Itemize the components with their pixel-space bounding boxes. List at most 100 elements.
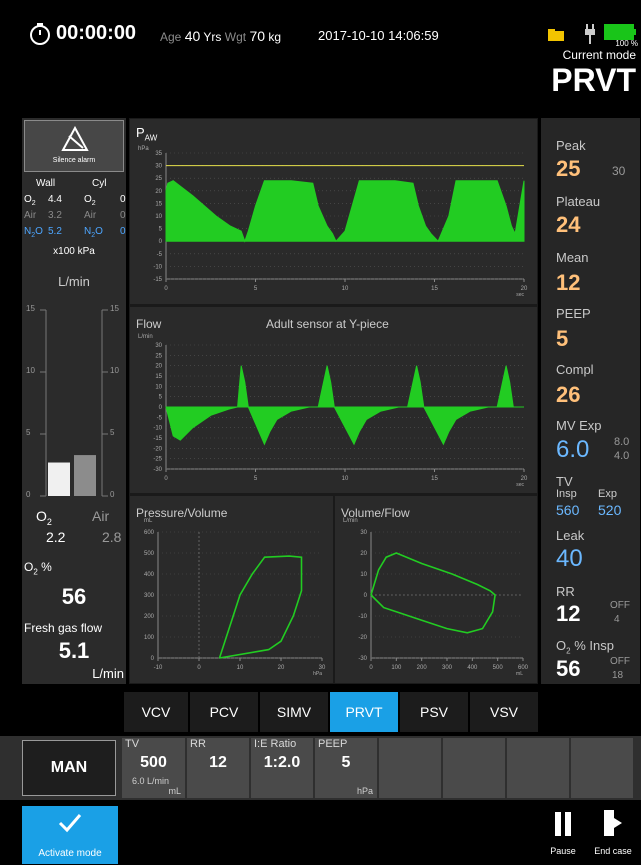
loop-curve [218,555,303,659]
scale-tick: 10 [26,366,35,375]
y-tick-label: 30 [155,164,162,170]
rr-setting[interactable]: RR 12 [187,738,249,798]
setting-value: 5 [341,754,351,771]
tab-vcv[interactable]: VCV [124,692,188,732]
y-tick-label: 30 [360,530,367,536]
flow-waveform: 302520151050-5-10-15-20-25-300 5 10 15 20sec [153,343,528,488]
setting-label: RR [190,738,206,750]
air-flow-label: Air [92,508,110,524]
rr-high-limit: OFF [610,600,630,611]
scale-tick: 5 [110,428,115,437]
silence-alarm-button[interactable]: Silence alarm [24,120,124,172]
weight-label: Wgt [224,30,247,44]
y-tick-label: -25 [153,457,162,463]
pause-button[interactable]: Pause [546,808,580,860]
leak-value: 40 [556,545,583,572]
weight-value: 70 [249,28,266,44]
o2insp-value: 56 [556,656,581,681]
y-tick-label: -20 [153,446,162,452]
fresh-gas-unit: L/min [92,666,124,681]
silence-alarm-label: Silence alarm [52,157,96,164]
setting-value: 1:2.0 [263,754,301,771]
x-tick-label: 0 [369,665,373,671]
mean-label: Mean [556,250,589,265]
tab-psv[interactable]: PSV [400,692,468,732]
scale-tick: 0 [26,490,31,499]
y-tick-label: 600 [144,530,155,536]
x-tick-label: 100 [391,665,402,671]
tab-simv[interactable]: SIMV [260,692,328,732]
timer: 00:00:00 [56,22,137,44]
activate-mode-label: Activate mode [38,848,102,859]
tab-vsv[interactable]: VSV [470,692,538,732]
scale-tick: 0 [110,490,115,499]
tab-prvt[interactable]: PRVT [330,692,398,732]
compl-label: Compl [556,362,594,377]
x-unit-label: hPa [313,671,322,677]
x-tick-label: 300 [442,665,453,671]
mv-high-limit: 8.0 [614,436,630,448]
y-tick-label: -5 [157,415,163,421]
y-tick-label: 0 [364,593,368,599]
tv-setting[interactable]: TV 500 6.0 L/min mL [122,738,185,798]
y-tick-label: 25 [155,176,162,182]
gas-name: N2O [24,226,43,239]
wall-label: Wall [36,178,56,189]
flow-chart: Flow Adult sensor at Y-piece L/min 30 25 2… [130,307,537,493]
scale-tick: 15 [110,304,119,313]
plateau-label: Plateau [556,194,601,209]
end-case-button[interactable]: End case [590,808,636,860]
scale-tick: 5 [26,428,31,437]
wall-pressure: 3.2 [48,210,62,221]
setting-label: I:E Ratio [254,738,297,750]
tv-exp-value: 520 [598,502,622,518]
y-tick-label: 300 [144,593,155,599]
y-tick-label: 20 [155,364,162,370]
current-mode: PRVT [551,62,636,98]
setting-unit: mL [168,786,181,796]
compl-value: 26 [556,382,581,407]
x-unit-label: mL [516,671,523,677]
pause-label: Pause [550,846,576,856]
empty-setting-slot [443,738,505,798]
y-tick-label: 20 [155,189,162,195]
wall-pressure: 4.4 [48,194,62,205]
x-tick-label: 15 [431,286,438,292]
o2-flow-value: 2.2 [46,529,66,545]
x-tick-label: 5 [254,286,258,292]
x-tick-label: 5 [254,476,258,482]
folder-icon [548,28,564,41]
peep-setting[interactable]: PEEP 5 hPa [315,738,377,798]
leak-label: Leak [556,528,585,543]
alarm-bell-crossed-icon [61,125,89,152]
paw-chart: PAW hPa 35 30 25 20 15 10 5 0 -5 -10 -15 0 5 10 15 20 se… [130,119,537,304]
ie-ratio-setting[interactable]: I:E Ratio 1:2.0 [251,738,313,798]
o2insp-high-limit: OFF [610,656,630,667]
paw-waveform: 35302520151050-5-10-150 5 10 15 20sec [153,151,528,298]
y-tick-label: 200 [144,614,155,620]
setting-unit: hPa [356,786,373,796]
cyl-gas-name: O2 [84,194,96,207]
empty-setting-slot [571,738,633,798]
checkmark-icon [58,812,82,834]
manual-button[interactable]: MAN [22,740,116,796]
tab-pcv[interactable]: PCV [190,692,258,732]
current-mode-label: Current mode [562,48,636,62]
cyl-gas-name: Air [84,210,97,221]
y-tick-label: 25 [155,353,162,359]
o2-flow-label: O2 [36,508,52,527]
y-tick-label: -30 [358,656,367,662]
exit-door-icon [602,810,624,836]
power-plug-icon [584,24,596,44]
activate-mode-button[interactable]: Activate mode [22,806,118,864]
setting-value: 500 [140,754,167,771]
x-unit-label: sec [516,482,524,488]
pressure-unit: x100 kPa [53,246,95,257]
peep-label: PEEP [556,306,591,321]
setting-sub: 6.0 L/min [132,776,170,786]
rr-value: 12 [556,601,581,626]
pv-loop-chart: Pressure/Volume mL 600 500 400 300 200 100 0 -1… [130,496,333,683]
mv-value: 6.0 [556,436,590,463]
y-tick-label: -10 [153,264,162,270]
x-tick-label: 15 [431,476,438,482]
